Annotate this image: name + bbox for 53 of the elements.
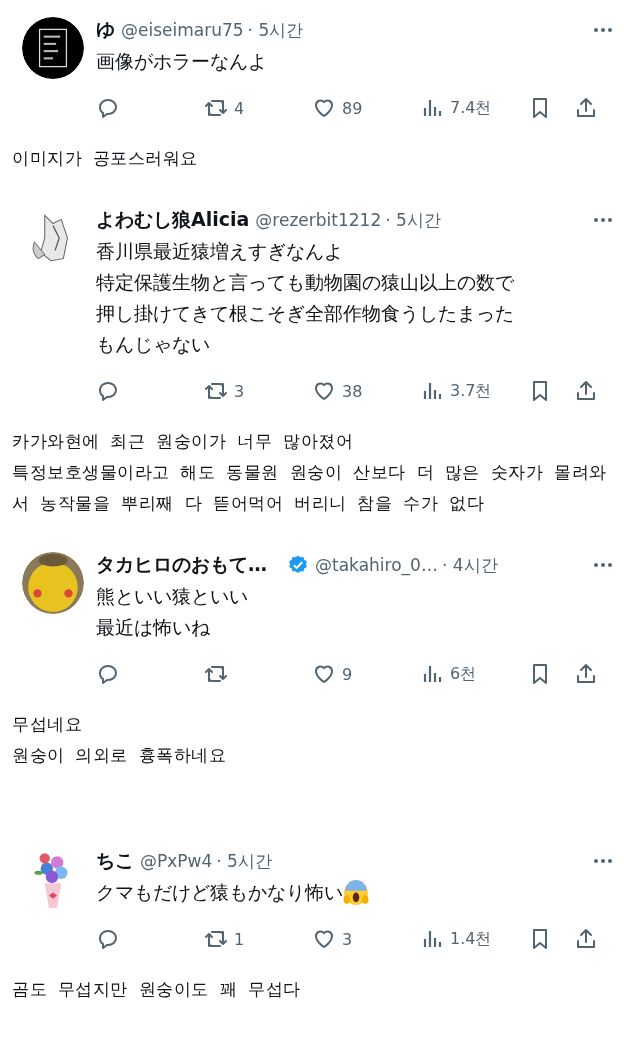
repost-count: 3	[234, 381, 245, 401]
more-options-icon[interactable]	[593, 27, 613, 33]
like-icon[interactable]	[312, 662, 336, 686]
views-count: 3.7천	[450, 380, 492, 402]
translation-text: 특정보호생물이라고 해도 동물원 원숭이 산보다 더 많은 숫자가 몰려와서 농작물을 뿌리째 다 뜯어먹어 버리니 참을 수가 없다	[12, 461, 608, 515]
translation-text: 카가와현에 최근 원숭이가 너무 많아졌어	[12, 430, 355, 453]
share-icon[interactable]	[574, 379, 598, 403]
display-name[interactable]: よわむし狼Alicia	[96, 207, 250, 233]
share-icon[interactable]	[574, 662, 598, 686]
user-handle[interactable]: @rezerbit1212	[255, 210, 382, 230]
more-options-icon[interactable]	[593, 858, 613, 864]
views-count: 7.4천	[450, 97, 492, 119]
tweet-text: 押し掛けてきて根こそぎ全部作物食うしたまった	[96, 301, 514, 326]
tweet-text: 最近は怖いね	[96, 615, 210, 640]
like-icon[interactable]	[312, 379, 336, 403]
reply-icon[interactable]	[96, 662, 120, 686]
tweet-text: クマもだけど猿もかなり怖い	[96, 880, 343, 905]
timestamp[interactable]: · 5시간	[216, 849, 272, 873]
tweet-text: 香川県最近猿増えすぎなんよ	[96, 239, 343, 264]
like-count: 9	[342, 664, 353, 684]
translation-text: 이미지가 공포스러워요	[12, 147, 199, 170]
display-name[interactable]: タカヒロのおもて…	[96, 552, 267, 578]
tweet-text: もんじゃない	[96, 332, 210, 357]
like-icon[interactable]	[312, 927, 336, 951]
tweet-text: 特定保護生物と言っても動物園の猿山以上の数で	[96, 270, 514, 295]
timestamp[interactable]: · 4시간	[441, 553, 498, 577]
user-handle[interactable]: @PxPw4	[140, 851, 213, 871]
share-icon[interactable]	[574, 96, 598, 120]
timestamp[interactable]: · 5시간	[385, 208, 441, 232]
views-count: 6천	[450, 663, 477, 685]
display-name[interactable]: ちこ	[96, 848, 134, 874]
repost-count: 4	[234, 98, 245, 118]
tweet-text: 画像がホラーなんよ	[96, 49, 267, 74]
more-options-icon[interactable]	[593, 217, 613, 223]
display-name[interactable]: ゆ	[96, 17, 115, 43]
more-options-icon[interactable]	[593, 562, 613, 568]
tweet-text: 熊といい猿といい	[96, 584, 248, 609]
views-count: 1.4천	[450, 928, 492, 950]
translation-text: 무섭네요	[12, 713, 83, 736]
repost-count: 1	[234, 929, 245, 949]
translation-text: 곰도 무섭지만 원숭이도 꽤 무섭다	[12, 978, 302, 1001]
reply-icon[interactable]	[96, 379, 120, 403]
like-count: 89	[342, 98, 363, 118]
reply-icon[interactable]	[96, 96, 120, 120]
reply-icon[interactable]	[96, 927, 120, 951]
share-icon[interactable]	[574, 927, 598, 951]
user-handle[interactable]: @takahiro_0…	[315, 555, 438, 575]
translation-text: 원숭이 의외로 흉폭하네요	[12, 744, 228, 767]
like-count: 38	[342, 381, 363, 401]
like-icon[interactable]	[312, 96, 336, 120]
like-count: 3	[342, 929, 353, 949]
user-handle[interactable]: @eiseimaru75	[121, 20, 244, 40]
timestamp[interactable]: · 5시간	[247, 18, 304, 42]
